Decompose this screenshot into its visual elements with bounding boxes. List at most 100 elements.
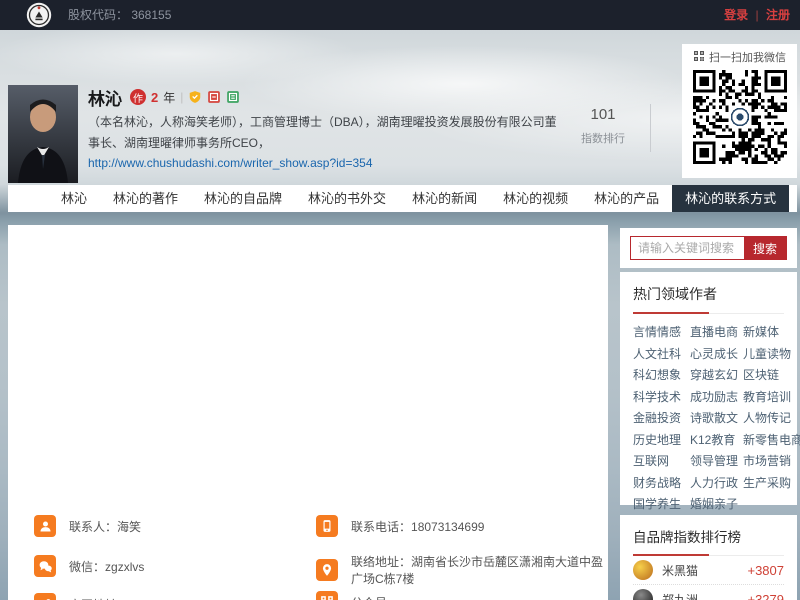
- category-link[interactable]: K12教育: [690, 430, 739, 452]
- login-link[interactable]: 登录: [724, 8, 748, 22]
- category-link[interactable]: 市场营销: [743, 451, 800, 473]
- profile-name-row: 林沁 作 2 年 |: [88, 87, 240, 107]
- profile-name: 林沁: [88, 85, 122, 110]
- index-rank-value: 101: [570, 106, 636, 123]
- category-link[interactable]: 新零售电商: [743, 430, 800, 452]
- auth-links: 登录 | 注册: [724, 0, 790, 30]
- address-label: 联络地址：: [351, 555, 411, 569]
- category-link[interactable]: 金融投资: [633, 408, 686, 430]
- contact-row-address: 联络地址：湖南省长沙市岳麓区潇湘南大道中盈广场C栋7楼: [316, 553, 608, 587]
- register-link[interactable]: 注册: [766, 8, 790, 22]
- ranking-list: 米黑猫 +3807 郑九洲 +3279: [633, 556, 784, 600]
- category-link[interactable]: 教育培训: [743, 387, 800, 409]
- profile-photo: [8, 85, 78, 183]
- category-link[interactable]: 言情情感: [633, 322, 686, 344]
- category-link[interactable]: 穿越玄幻: [690, 365, 739, 387]
- category-link[interactable]: 区块链: [743, 365, 800, 387]
- nav-tab-5[interactable]: 林沁的视频: [490, 185, 581, 212]
- stat-divider: [650, 104, 651, 152]
- link-icon: [34, 593, 56, 600]
- wechat-qr-title: 扫一扫加我微信: [709, 49, 786, 65]
- search-group: 搜索: [630, 236, 787, 260]
- category-link[interactable]: 婚姻亲子: [690, 494, 739, 516]
- qr-icon: [316, 591, 338, 600]
- category-link[interactable]: 成功励志: [690, 387, 739, 409]
- category-link[interactable]: 心灵成长: [690, 344, 739, 366]
- nav-tab-0[interactable]: 林沁: [48, 185, 100, 212]
- badge-divider: |: [180, 90, 183, 104]
- wechat-icon: [34, 555, 56, 577]
- category-link[interactable]: 生产采购: [743, 473, 800, 495]
- person-icon: [34, 515, 56, 537]
- cert-red-icon: [207, 90, 221, 104]
- ranking-row[interactable]: 郑九洲 +3279: [633, 585, 784, 600]
- category-link[interactable]: 诗歌散文: [690, 408, 739, 430]
- ranking-score: +3807: [747, 563, 784, 578]
- wechat-qr-card: 扫一扫加我微信: [682, 44, 797, 178]
- contact-row-person: 联系人：海笑: [34, 515, 141, 537]
- phone-icon: [316, 515, 338, 537]
- category-link[interactable]: 人物传记: [743, 408, 800, 430]
- nav-tab-2[interactable]: 林沁的自品牌: [191, 185, 295, 212]
- nav-tab-6[interactable]: 林沁的产品: [581, 185, 672, 212]
- search-button[interactable]: 搜索: [744, 237, 786, 259]
- profile-description: （本名林沁，人称海笑老师），工商管理博士（DBA），湖南理曜投资发展股份有限公司…: [88, 112, 566, 154]
- wechat-qr-title-row: 扫一扫加我微信: [682, 44, 797, 65]
- auth-divider: |: [756, 8, 759, 22]
- phone-label: 联系电话：: [351, 520, 411, 534]
- nav-tab-3[interactable]: 林沁的书外交: [295, 185, 399, 212]
- vip-shield-icon: [188, 90, 202, 104]
- category-link[interactable]: 历史地理: [633, 430, 686, 452]
- wechat-label: 微信：: [69, 560, 105, 574]
- category-link[interactable]: 新媒体: [743, 322, 800, 344]
- search-card: 搜索: [620, 228, 797, 268]
- category-link[interactable]: 人文社科: [633, 344, 686, 366]
- ranking-row[interactable]: 米黑猫 +3807: [633, 556, 784, 585]
- nav-tab-4[interactable]: 林沁的新闻: [399, 185, 490, 212]
- stock-code: 股权代码： 368155: [68, 0, 171, 30]
- index-rank-label: 指数排行: [570, 130, 636, 146]
- cert-green-icon: [226, 90, 240, 104]
- category-link[interactable]: 国学养生: [633, 494, 686, 516]
- qr-mini-icon: [693, 50, 705, 65]
- wechat-value: zgzxlvs: [105, 560, 144, 574]
- category-link[interactable]: 科学技术: [633, 387, 686, 409]
- contact-row-phone: 联系电话：18073134699: [316, 515, 484, 537]
- category-link[interactable]: 领导管理: [690, 451, 739, 473]
- ranking-score: +3279: [747, 592, 784, 600]
- category-link[interactable]: 互联网: [633, 451, 686, 473]
- contact-row-official-account: 公众号: [316, 591, 387, 600]
- page: 股权代码： 368155 登录 | 注册 林沁 作 2 年 |: [0, 0, 800, 600]
- official-account-label: 公众号: [351, 594, 387, 600]
- category-link[interactable]: 财务战略: [633, 473, 686, 495]
- years-unit: 年: [163, 89, 175, 106]
- category-link[interactable]: 直播电商: [690, 322, 739, 344]
- contact-row-wechat: 微信：zgzxlvs: [34, 555, 144, 577]
- author-badge-icon: 作: [130, 89, 146, 105]
- wechat-qr-code: [693, 70, 787, 164]
- contact-panel: 联系人：海笑 微信：zgzxlvs 官网地址：http://www.: [8, 225, 608, 600]
- topbar: 股权代码： 368155 登录 | 注册: [0, 0, 800, 30]
- category-link[interactable]: 科幻想象: [633, 365, 686, 387]
- person-label: 联系人：: [69, 520, 117, 534]
- category-link[interactable]: 人力行政: [690, 473, 739, 495]
- site-logo-icon[interactable]: [26, 2, 52, 28]
- avatar: [633, 560, 653, 580]
- ranking-name: 米黑猫: [662, 562, 738, 579]
- avatar: [633, 589, 653, 600]
- hot-authors-card: 热门领域作者 言情情感直播电商新媒体人文社科心灵成长儿童读物科幻想象穿越玄幻区块…: [620, 272, 797, 505]
- index-rank-stat: 101 指数排行: [570, 106, 636, 146]
- search-input[interactable]: [631, 237, 744, 259]
- category-list: 言情情感直播电商新媒体人文社科心灵成长儿童读物科幻想象穿越玄幻区块链科学技术成功…: [633, 322, 784, 516]
- profile-url-link[interactable]: http://www.chushudashi.com/writer_show.a…: [88, 156, 373, 170]
- category-link[interactable]: 儿童读物: [743, 344, 800, 366]
- nav-tab-7[interactable]: 林沁的联系方式: [672, 185, 789, 212]
- years-count: 2: [151, 90, 158, 105]
- ranking-name: 郑九洲: [662, 591, 738, 600]
- location-pin-icon: [316, 559, 338, 581]
- ranking-card: 自品牌指数排行榜 米黑猫 +3807 郑九洲 +3279: [620, 515, 797, 600]
- nav-tab-1[interactable]: 林沁的著作: [100, 185, 191, 212]
- ranking-title: 自品牌指数排行榜: [633, 526, 784, 556]
- contact-row-website: 官网地址：http://www.liyaolaw.com/index/index…: [34, 593, 362, 600]
- person-value: 海笑: [117, 520, 141, 534]
